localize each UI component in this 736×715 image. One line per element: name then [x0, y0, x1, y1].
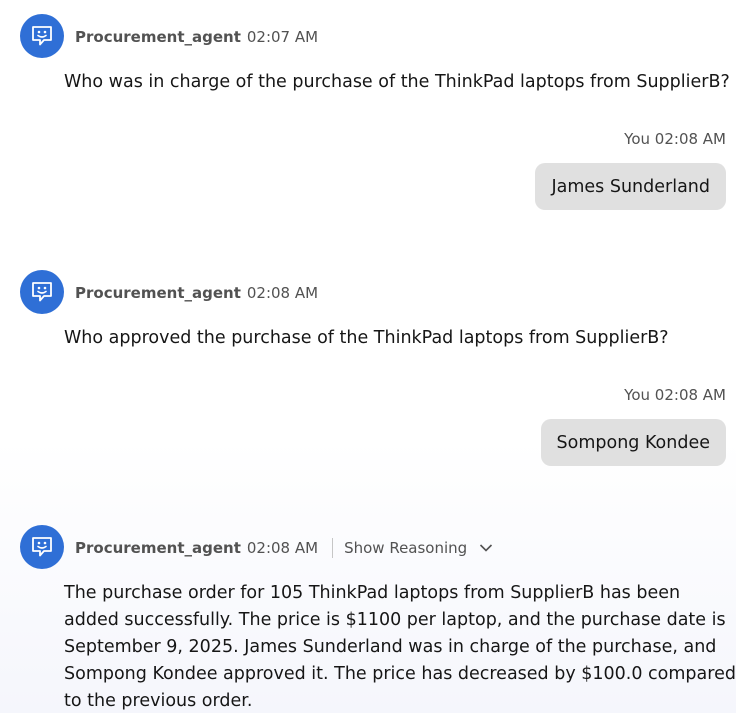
- agent-message-text: The purchase order for 105 ThinkPad lapt…: [64, 580, 736, 715]
- chat-bot-icon: [32, 537, 52, 557]
- message-time: 02:08 AM: [654, 130, 726, 148]
- agent-message-text: Who was in charge of the purchase of the…: [64, 72, 730, 92]
- chat-bot-icon: [32, 282, 52, 302]
- message-line: Sompong Kondee approved it. The price ha…: [64, 664, 736, 684]
- agent-avatar: [20, 14, 64, 58]
- sender-name: You: [624, 386, 651, 404]
- chat-bot-icon: [32, 26, 52, 46]
- sender-name: Procurement_agent: [75, 539, 241, 557]
- meta-divider: [332, 538, 334, 558]
- sender-name: Procurement_agent: [75, 28, 241, 46]
- user-message-bubble: Sompong Kondee: [540, 419, 726, 466]
- chevron-down-icon[interactable]: [479, 543, 493, 553]
- message-time: 02:08 AM: [246, 539, 319, 557]
- user-message-bubble: James Sunderland: [535, 163, 726, 210]
- agent-message-meta: Procurement_agent 02:08 AM Show Reasonin…: [75, 538, 493, 558]
- agent-avatar: [20, 270, 64, 314]
- message-time: 02:08 AM: [246, 284, 319, 302]
- agent-avatar: [20, 525, 64, 569]
- agent-message-meta: Procurement_agent 02:07 AM: [75, 27, 318, 47]
- show-reasoning-toggle[interactable]: Show Reasoning: [344, 539, 467, 557]
- sender-name: You: [624, 130, 651, 148]
- message-time: 02:07 AM: [246, 28, 319, 46]
- agent-message-meta: Procurement_agent 02:08 AM: [75, 283, 318, 303]
- message-line: to the previous order.: [64, 691, 253, 711]
- agent-message-text: Who approved the purchase of the ThinkPa…: [64, 328, 669, 348]
- message-line: added successfully. The price is $1100 p…: [64, 610, 726, 630]
- message-line: The purchase order for 105 ThinkPad lapt…: [64, 583, 681, 603]
- user-message-meta: You 02:08 AM: [624, 130, 726, 148]
- message-line: September 9, 2025. James Sunderland was …: [64, 637, 717, 657]
- sender-name: Procurement_agent: [75, 284, 241, 302]
- message-time: 02:08 AM: [654, 386, 726, 404]
- user-message-meta: You 02:08 AM: [624, 386, 726, 404]
